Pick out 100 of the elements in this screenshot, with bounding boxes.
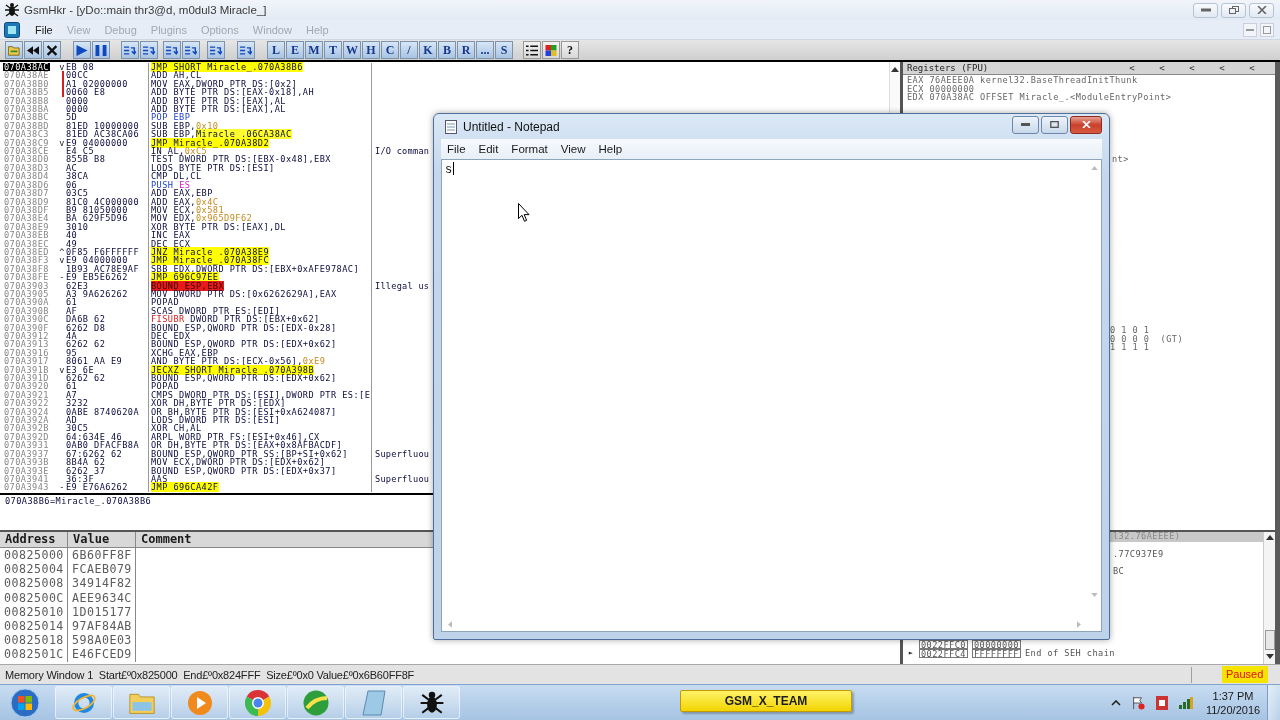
menu-item[interactable]: Help [592,143,630,155]
taskbar-button[interactable] [403,686,460,719]
toolbar-button[interactable] [92,41,110,59]
hex-cell: EB 08 [66,63,95,72]
address-cell: 070A38B5 [3,88,50,97]
chevron-up-icon[interactable] [1111,699,1121,706]
hex-cell: 0060 E8 [66,88,106,97]
address-cell: 070A3913 [3,340,50,349]
toolbar-button[interactable]: / [400,41,418,59]
close-button[interactable] [1070,115,1102,134]
toolbar-button[interactable] [73,41,91,59]
minimize-button[interactable] [1193,2,1218,18]
register-line: EAX 76AEEE0A kernel32.BaseThreadInitThunk [907,75,1138,85]
hex-cell: 03C5 [66,189,89,198]
menu-item[interactable]: File [441,143,473,155]
toolbar-button[interactable]: E [286,41,304,59]
minimize-button[interactable] [1012,115,1039,134]
hex-cell: E9 E76A6262 [66,483,128,492]
address-cell: 070A38DF [3,205,50,215]
toolbar-button[interactable] [207,41,225,59]
square-badge-icon[interactable] [1155,695,1169,710]
clock-date[interactable]: 11/20/2016 [1205,702,1261,717]
nav-arrow-button[interactable]: < [1157,63,1167,73]
toolbar-button[interactable]: L [267,41,285,59]
hex-cell: 06 [66,180,78,190]
address-cell: 070A3941 [3,474,50,484]
instruction-text: LODS DWORD PTR DS:[ESI] [151,416,281,425]
close-button[interactable] [1249,2,1274,18]
instruction-text: JMP SHORT Miracle_.070A38B6 [151,63,303,72]
network-bars-icon[interactable] [1179,695,1193,710]
hex-cell: 38CA [66,172,89,181]
toolbar-button[interactable] [163,41,181,59]
stack-value: FFFFFFFF [972,649,1021,658]
scrollbar-thumb[interactable] [1264,630,1275,650]
toolbar-button[interactable]: T [324,41,342,59]
toolbar-button[interactable] [24,41,42,59]
toolbar-button[interactable]: K [419,41,437,59]
address-cell: 070A390B [3,306,50,316]
address-cell: 070A390F [3,323,50,332]
menu-item[interactable]: Edit [472,143,506,155]
close-icon [1081,121,1091,128]
restore-button[interactable] [1221,2,1246,18]
scroll-down-icon[interactable] [1265,654,1274,659]
toolbar-button[interactable]: C [381,41,399,59]
toolbar-button[interactable] [237,41,255,59]
address-cell: 070A38D9 [3,197,50,206]
instruction-text: MOV ECX,0x581 [151,205,225,215]
instruction-text: JMP Miracle_.070A38D2 [151,138,270,148]
hex-cell: 3010 [66,222,89,232]
address-cell: 070A38D0 [3,155,50,164]
instruction-text: TEST DWORD PTR DS:[EBX-0x48],EBX [151,155,331,164]
scroll-up-icon[interactable] [1265,535,1274,540]
flag-icon[interactable] [1131,695,1145,710]
menu-item[interactable]: Format [505,143,555,155]
toolbar-button[interactable]: M [305,41,323,59]
jump-mark: - [59,483,65,492]
help-button[interactable]: ? [561,41,579,59]
address-cell: 070A3922 [3,399,50,408]
nav-arrow-button[interactable]: < [1247,63,1257,73]
toolbar-button[interactable]: R [457,41,475,59]
scroll-up-icon[interactable] [891,67,899,72]
hex-cell: 0000 [66,105,89,114]
hex-cell: 61 [66,298,78,307]
instruction-text: MOV EDX,0x965D9F62 [151,214,253,223]
nav-arrow-button[interactable]: < [1127,63,1137,73]
globe-icon [302,689,329,716]
table-cell: FCAEB079 [72,562,132,577]
toolbar-button[interactable]: H [362,41,380,59]
jump-mark: v [59,138,65,148]
hex-cell: 6262 37 [66,466,106,475]
toolbar-button[interactable] [182,41,200,59]
toolbar-button[interactable] [43,41,61,59]
play-icon [76,44,88,56]
instruction-text: JMP 696CA42F [151,483,219,492]
clock-time[interactable]: 1:37 PM [1212,688,1254,703]
instruction-text: BOUND ESP,QWORD PTR DS:[EDX+0x37] [151,466,337,475]
register-fragment: nt> [1112,154,1129,164]
nav-arrow-button[interactable]: < [1187,63,1197,73]
toolbar-button[interactable]: ... [476,41,494,59]
toolbar-button[interactable] [523,41,541,59]
nav-arrow-button[interactable]: < [1217,63,1227,73]
menu-item[interactable]: View [554,143,593,155]
address-cell: 070A38BA [3,105,50,114]
toolbar-button[interactable] [542,41,560,59]
toolbar-button[interactable] [140,41,158,59]
menu-item[interactable]: File [28,23,60,36]
address-cell: 070A391D [3,374,50,383]
toolbar-button[interactable]: B [438,41,456,59]
window-title: GsmHkr - [yDo::main thr3@d, m0dul3 Miracle_] [24,4,267,16]
toolbar-button[interactable]: S [495,41,513,59]
toolbar-button[interactable]: W [343,41,361,59]
maximize-button[interactable] [1041,115,1068,134]
toolbar-button[interactable] [121,41,139,59]
instruction-text: BOUND ESP,EBX [151,281,225,290]
restore-icon [1263,25,1271,34]
instruction-text: XCHG EAX,EBP [151,348,219,358]
hex-cell: 62E3 [66,281,89,290]
address-cell: 070A3921 [3,390,50,400]
restore-button[interactable] [1260,22,1274,37]
hex-cell: 0ABE 8740620A [66,407,140,417]
